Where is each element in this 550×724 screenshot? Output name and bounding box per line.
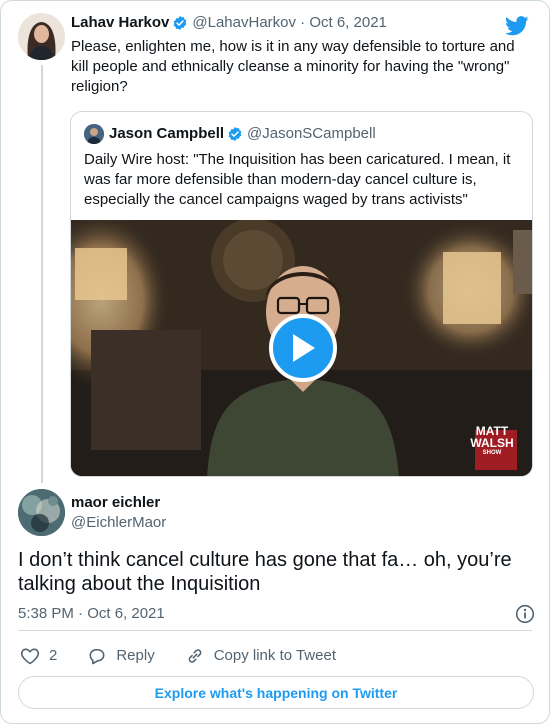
like-button[interactable]: 2 — [20, 646, 57, 666]
quoted-author-name[interactable]: Jason Campbell — [109, 124, 224, 144]
reply-author-name[interactable]: maor eichler — [71, 493, 166, 513]
copy-link-button[interactable]: Copy link to Tweet — [185, 646, 336, 666]
heart-icon — [20, 648, 40, 665]
tweet-text: Please, enlighten me, how is it in any w… — [71, 38, 515, 95]
video-player[interactable]: MATT WALSH SHOW — [71, 220, 532, 476]
twitter-bird-icon[interactable] — [505, 16, 529, 41]
show-logo-line3: SHOW — [482, 450, 502, 456]
reply-button[interactable]: Reply — [87, 646, 155, 666]
like-count: 2 — [49, 647, 58, 664]
parent-tweet-body: Lahav Harkov @LahavHarkov · Oct 6, 2021 … — [71, 13, 535, 97]
quoted-tweet[interactable]: Jason Campbell @JasonSCampbell Daily Wir… — [70, 111, 533, 477]
verified-badge-icon — [227, 126, 243, 142]
avatar[interactable] — [84, 124, 104, 144]
reply-label: Reply — [116, 647, 155, 664]
tweet-actions: 2 Reply Copy link to Tweet — [20, 646, 366, 666]
play-icon — [293, 334, 315, 362]
quoted-author-handle[interactable]: @JasonSCampbell — [247, 124, 376, 144]
quoted-header: Jason Campbell @JasonSCampbell — [84, 124, 376, 144]
parent-header: Lahav Harkov @LahavHarkov · Oct 6, 2021 — [71, 13, 535, 33]
tweet-timestamp[interactable]: 5:38 PM · Oct 6, 2021 — [18, 604, 165, 624]
copy-link-label: Copy link to Tweet — [213, 647, 336, 664]
info-icon[interactable] — [515, 604, 535, 629]
reply-author-handle[interactable]: @EichlerMaor — [71, 513, 166, 533]
avatar[interactable] — [18, 13, 65, 60]
reply-tweet-text: I don’t think cancel culture has gone th… — [18, 549, 512, 595]
quoted-tweet-text: Daily Wire host: "The Inquisition has be… — [84, 151, 511, 208]
explore-button[interactable]: Explore what's happening on Twitter — [18, 676, 534, 709]
thread-line — [41, 65, 43, 483]
play-button[interactable] — [269, 314, 337, 382]
reply-bubble-icon — [89, 648, 105, 665]
show-logo: MATT WALSH SHOW — [466, 425, 518, 471]
avatar[interactable] — [18, 489, 65, 536]
show-logo-line2: WALSH — [470, 436, 514, 450]
verified-badge-icon — [172, 15, 188, 31]
link-icon — [188, 649, 202, 663]
reply-author: maor eichler @EichlerMaor — [71, 493, 166, 533]
author-handle-date[interactable]: @LahavHarkov · Oct 6, 2021 — [192, 13, 387, 33]
divider — [18, 630, 532, 631]
tweet-embed-card: Lahav Harkov @LahavHarkov · Oct 6, 2021 … — [0, 0, 550, 724]
author-name[interactable]: Lahav Harkov — [71, 13, 169, 33]
